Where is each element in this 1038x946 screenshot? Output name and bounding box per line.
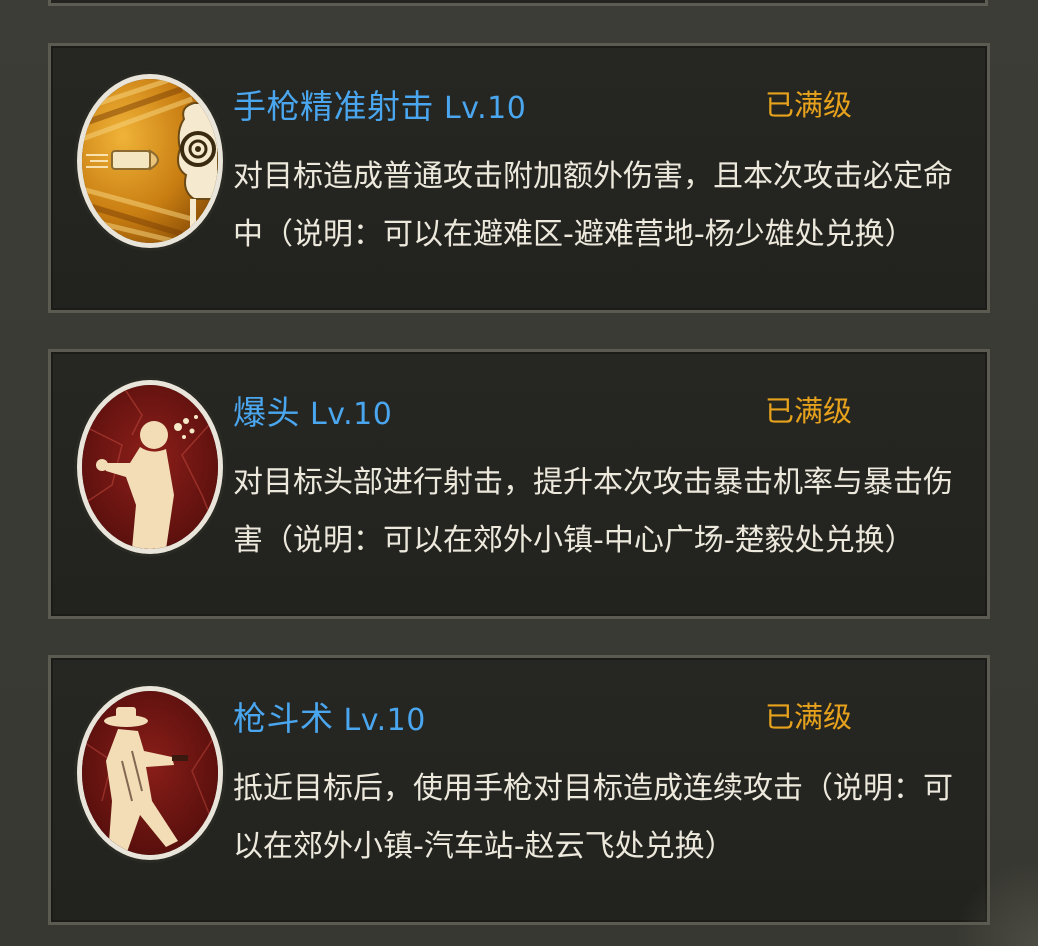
- headshot-icon: [77, 380, 223, 554]
- skill-level: Lv.10: [444, 91, 527, 126]
- skill-name: 爆头: [233, 393, 300, 432]
- skill-title: 枪斗术 Lv.10: [233, 692, 426, 740]
- skill-title: 爆头 Lv.10: [233, 386, 392, 434]
- skill-status: 已满级: [765, 88, 853, 122]
- gunfighter-icon: [77, 686, 223, 860]
- target-bullet-icon: [77, 74, 223, 248]
- skill-name: 枪斗术: [233, 699, 334, 738]
- corner-decoration: [958, 856, 1038, 946]
- skill-card-pistol-precision[interactable]: 手枪精准射击 Lv.10 已满级 对目标造成普通攻击附加额外伤害，且本次攻击必定命…: [48, 43, 990, 313]
- skill-level: Lv.10: [343, 703, 426, 738]
- skill-description: 对目标造成普通攻击附加额外伤害，且本次攻击必定命中（说明：可以在避难区-避难营地…: [233, 159, 953, 252]
- skill-name: 手枪精准射击: [233, 87, 434, 126]
- skill-card-headshot[interactable]: 爆头 Lv.10 已满级 对目标头部进行射击，提升本次攻击暴击机率与暴击伤害（说明…: [48, 349, 990, 619]
- skill-status: 已满级: [765, 394, 853, 428]
- skill-status: 已满级: [765, 700, 853, 734]
- skill-title: 手枪精准射击 Lv.10: [233, 80, 526, 128]
- previous-card-edge: [48, 0, 988, 6]
- skill-description: 抵近目标后，使用手枪对目标造成连续攻击（说明：可以在郊外小镇-汽车站-赵云飞处兑…: [233, 771, 953, 864]
- skill-card-gun-kata[interactable]: 枪斗术 Lv.10 已满级 抵近目标后，使用手枪对目标造成连续攻击（说明：可以在郊…: [48, 655, 990, 925]
- skill-list-panel: 手枪精准射击 Lv.10 已满级 对目标造成普通攻击附加额外伤害，且本次攻击必定命…: [0, 0, 1038, 946]
- skill-level: Lv.10: [310, 397, 393, 432]
- skill-description: 对目标头部进行射击，提升本次攻击暴击机率与暴击伤害（说明：可以在郊外小镇-中心广…: [233, 465, 953, 558]
